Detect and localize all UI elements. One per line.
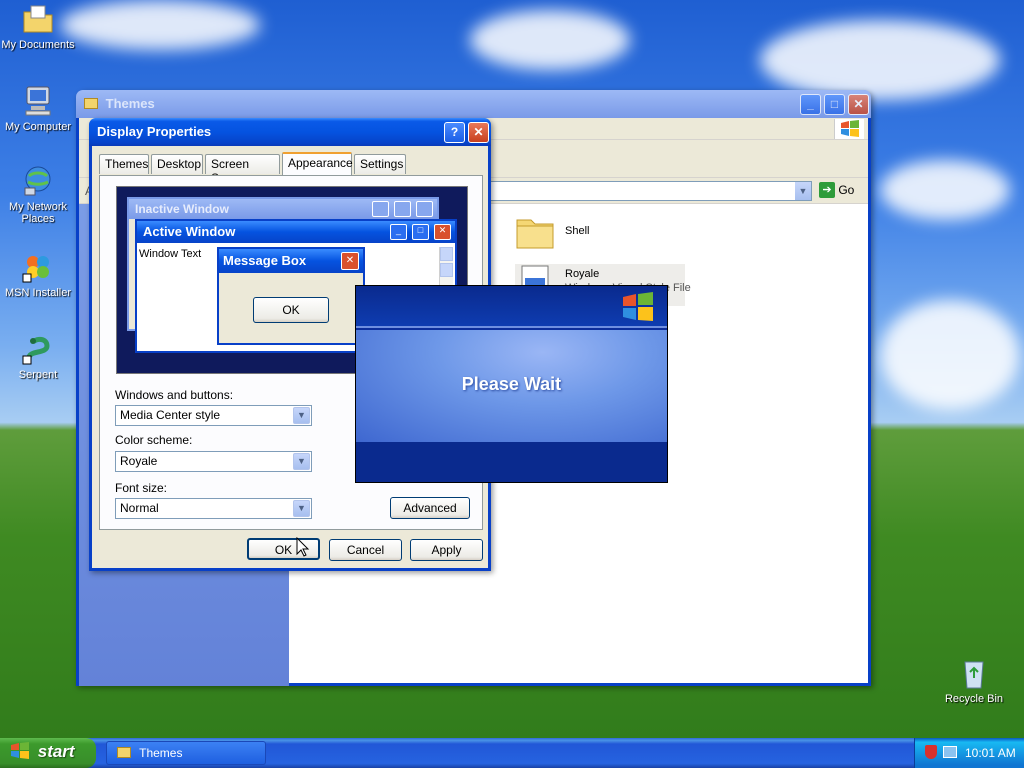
- close-icon: [416, 201, 433, 217]
- desktop-icon-label: Recycle Bin: [944, 693, 1004, 705]
- desktop-icon-label: My Computer: [4, 121, 72, 133]
- please-wait-footer: [356, 442, 667, 482]
- security-shield-icon[interactable]: [925, 745, 937, 759]
- please-wait-text: Please Wait: [461, 374, 562, 394]
- folder-icon: [117, 747, 131, 758]
- minimize-icon: _: [390, 224, 407, 240]
- desktop-icon-label: Serpent: [18, 369, 58, 381]
- windows-buttons-label: Windows and buttons:: [115, 388, 234, 402]
- dialog-titlebar[interactable]: Display Properties ? ✕: [89, 118, 491, 146]
- apply-button[interactable]: Apply: [410, 539, 483, 561]
- maximize-icon: □: [412, 224, 429, 240]
- close-button[interactable]: ✕: [848, 94, 869, 115]
- dialog-title: Display Properties: [97, 124, 212, 139]
- please-wait-dialog: Please Wait: [355, 285, 668, 483]
- color-scheme-select[interactable]: Royale ▼: [115, 451, 312, 472]
- taskbar-item-themes[interactable]: Themes: [106, 741, 266, 765]
- maximize-button[interactable]: □: [824, 94, 845, 115]
- minimize-button[interactable]: _: [800, 94, 821, 115]
- taskbar: start Themes 10:01 AM: [0, 738, 1024, 768]
- tab-themes[interactable]: Themes: [99, 154, 149, 174]
- mouse-cursor-icon: [296, 537, 310, 557]
- computer-icon: [21, 84, 55, 118]
- folder-icon: [84, 98, 98, 109]
- desktop-icon-my-documents[interactable]: My Documents: [0, 2, 76, 51]
- desktop-icon-my-computer[interactable]: My Computer: [0, 84, 76, 133]
- desktop-icon-label: MSN Installer: [4, 287, 72, 299]
- network-icon: [21, 164, 55, 198]
- advanced-button[interactable]: Advanced: [390, 497, 470, 519]
- windows-logo-icon: [623, 292, 653, 321]
- windows-logo-icon: [834, 119, 864, 139]
- font-size-label: Font size:: [115, 481, 168, 495]
- minimize-icon: [372, 201, 389, 217]
- file-item-shell[interactable]: Shell: [515, 212, 685, 254]
- tab-strip: Themes Desktop Screen Saver Appearance S…: [99, 152, 489, 185]
- chevron-down-icon[interactable]: ▼: [293, 407, 310, 424]
- chevron-down-icon[interactable]: ▼: [293, 453, 310, 470]
- desktop-icon-my-network-places[interactable]: My Network Places: [0, 164, 76, 225]
- please-wait-body: Please Wait: [356, 330, 667, 442]
- recycle-bin-icon: [957, 656, 991, 690]
- clock: 10:01 AM: [965, 746, 1016, 760]
- close-icon: ✕: [434, 224, 451, 240]
- tab-screen-saver[interactable]: Screen Saver: [205, 154, 280, 185]
- preview-ok-button: OK: [253, 297, 329, 323]
- windows-buttons-select[interactable]: Media Center style ▼: [115, 405, 312, 426]
- themes-window-titlebar[interactable]: Themes _ □ ✕: [76, 90, 871, 118]
- chevron-down-icon[interactable]: ▼: [293, 500, 310, 517]
- go-arrow-icon: ➔: [819, 182, 835, 198]
- color-scheme-label: Color scheme:: [115, 433, 193, 447]
- tab-desktop[interactable]: Desktop: [151, 154, 203, 174]
- maximize-icon: [394, 201, 411, 217]
- serpent-icon: [21, 332, 55, 366]
- desktop-icon-label: My Documents: [1, 39, 75, 51]
- network-connection-icon[interactable]: [943, 746, 957, 758]
- file-name: Shell: [565, 225, 590, 237]
- go-button[interactable]: ➔ Go: [819, 182, 854, 200]
- start-button[interactable]: start: [0, 738, 96, 768]
- font-size-select[interactable]: Normal ▼: [115, 498, 312, 519]
- system-tray: 10:01 AM: [914, 738, 1024, 768]
- preview-message-box: Message Box ✕ OK: [217, 247, 365, 345]
- preview-active-titlebar: Active Window: [137, 221, 455, 243]
- msn-butterfly-icon: [21, 250, 55, 284]
- windows-logo-icon: [11, 742, 29, 759]
- file-name: Royale: [565, 268, 600, 280]
- help-button[interactable]: ?: [444, 122, 465, 143]
- desktop-icon-msn-installer[interactable]: MSN Installer: [0, 250, 76, 299]
- please-wait-header: [356, 286, 667, 328]
- preview-window-text: Window Text: [139, 248, 202, 260]
- desktop-icon-recycle-bin[interactable]: Recycle Bin: [936, 656, 1012, 705]
- window-title: Themes: [105, 96, 155, 111]
- tab-settings[interactable]: Settings: [354, 154, 406, 174]
- tab-appearance[interactable]: Appearance: [282, 152, 353, 175]
- close-button[interactable]: ✕: [468, 122, 489, 143]
- chevron-down-icon[interactable]: ▼: [795, 182, 811, 200]
- folder-icon: [516, 219, 554, 249]
- preview-inactive-titlebar: Inactive Window: [129, 199, 437, 219]
- desktop-icon-serpent[interactable]: Serpent: [0, 332, 76, 381]
- folder-documents-icon: [21, 2, 55, 36]
- close-icon: ✕: [341, 252, 359, 270]
- cancel-button[interactable]: Cancel: [329, 539, 402, 561]
- desktop-icon-label: My Network Places: [8, 201, 68, 225]
